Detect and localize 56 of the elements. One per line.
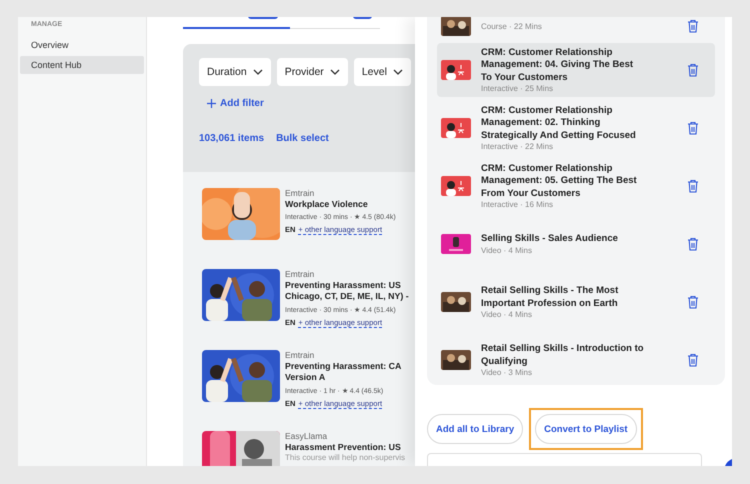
sidebar-item[interactable]: Content Hub bbox=[20, 56, 144, 74]
thumbnail-icon bbox=[441, 176, 471, 196]
item-meta: Interactive · 16 Mins bbox=[481, 200, 554, 210]
plus-icon bbox=[207, 99, 216, 108]
playlist-item[interactable]: CRM: Customer Relationship Management: 02. Thinking Strategically And Getting Focused Interactive · 22 Mins bbox=[437, 101, 715, 155]
bulk-select-link[interactable]: Bulk select bbox=[276, 133, 329, 144]
thumbnail-icon bbox=[441, 118, 471, 138]
item-title: Retail Selling Skills - Introduction to Qualifying bbox=[481, 343, 645, 368]
item-title: Selling Skills - Sales Audience bbox=[481, 233, 619, 246]
item-meta: Video · 3 Mins bbox=[481, 368, 533, 377]
item-meta: Interactive · 22 Mins bbox=[481, 142, 554, 152]
item-meta: Course · 22 Mins bbox=[481, 22, 543, 30]
trash-icon[interactable] bbox=[687, 237, 699, 251]
item-title: CRM: Customer Relationship Management: 02. Thinking Strategically And Getting Focused bbox=[481, 104, 637, 142]
item-title: CRM: Customer Relationship Management: 05. Getting The Best From Your Customers bbox=[481, 162, 638, 200]
add-filter-button[interactable]: Add filter bbox=[207, 98, 415, 109]
item-meta: Interactive · 25 Mins bbox=[481, 84, 554, 94]
thumbnail-icon bbox=[441, 17, 471, 36]
item-meta: Video · 4 Mins bbox=[481, 310, 533, 319]
trash-icon[interactable] bbox=[687, 179, 699, 193]
playlist-item[interactable]: Selling Skills - Sales Audience Video · 4 Mins bbox=[437, 217, 715, 271]
action-button[interactable]: Add all to Library bbox=[427, 414, 524, 444]
filter-dropdown[interactable]: Level bbox=[354, 58, 411, 86]
thumbnail-icon bbox=[441, 60, 471, 80]
trash-icon[interactable] bbox=[687, 121, 699, 135]
thumbnail-icon bbox=[441, 234, 471, 254]
playlist-item[interactable]: CRM: Customer Relationship Management: 05. Getting The Best From Your Customers Interactive · 16 Mins bbox=[437, 159, 715, 213]
chevron-icon bbox=[392, 69, 403, 75]
item-title: Retail Selling Skills - The Most Important Profession on Earth bbox=[481, 285, 620, 310]
thumbnail-icon bbox=[441, 350, 471, 370]
trash-icon[interactable] bbox=[687, 353, 699, 367]
filter-dropdown[interactable]: Duration bbox=[199, 58, 271, 86]
playlist-item[interactable]: Retail Selling Skills - The Most Important Profession on Earth Video · 4 Mins bbox=[437, 275, 715, 329]
thumbnail-icon bbox=[441, 292, 471, 312]
course-description: This course will help non-supervis bbox=[285, 454, 406, 464]
sidebar-item[interactable]: Overview bbox=[20, 36, 144, 54]
trash-icon[interactable] bbox=[687, 19, 699, 33]
course-title[interactable]: Preventing Harassment: CA Version A bbox=[285, 361, 413, 384]
chevron-icon bbox=[252, 69, 263, 75]
filter-dropdown[interactable]: Provider bbox=[276, 58, 348, 86]
course-title[interactable]: Harassment Prevention: US bbox=[285, 442, 413, 454]
playlist-item[interactable]: CRM: Customer Relationship Management: 04. Giving The Best To Your Customers Interactive · 25 Mins bbox=[437, 43, 715, 97]
item-meta: Video · 4 Mins bbox=[481, 246, 533, 255]
action-button[interactable]: Convert to Playlist bbox=[535, 414, 637, 444]
provider-name: Emtrain bbox=[285, 188, 316, 198]
provider-name: Emtrain bbox=[285, 269, 316, 279]
trash-icon[interactable] bbox=[687, 63, 699, 77]
course-title[interactable]: Workplace Violence bbox=[285, 199, 413, 210]
course-title[interactable]: Preventing Harassment: US Chicago, CT, DE, ME, IL, NY) - bbox=[285, 280, 413, 303]
item-count: 103,061 items bbox=[199, 133, 264, 144]
trash-icon[interactable] bbox=[687, 295, 699, 309]
playlist-item[interactable]: Retail Selling Skills - Introduction to Qualifying Video · 3 Mins bbox=[437, 333, 715, 385]
provider-name: EasyLlama bbox=[285, 431, 328, 441]
item-title: CRM: Customer Relationship Management: 04. Giving The Best To Your Customers bbox=[481, 46, 634, 84]
chevron-icon bbox=[330, 69, 340, 75]
provider-name: Emtrain bbox=[285, 350, 316, 360]
